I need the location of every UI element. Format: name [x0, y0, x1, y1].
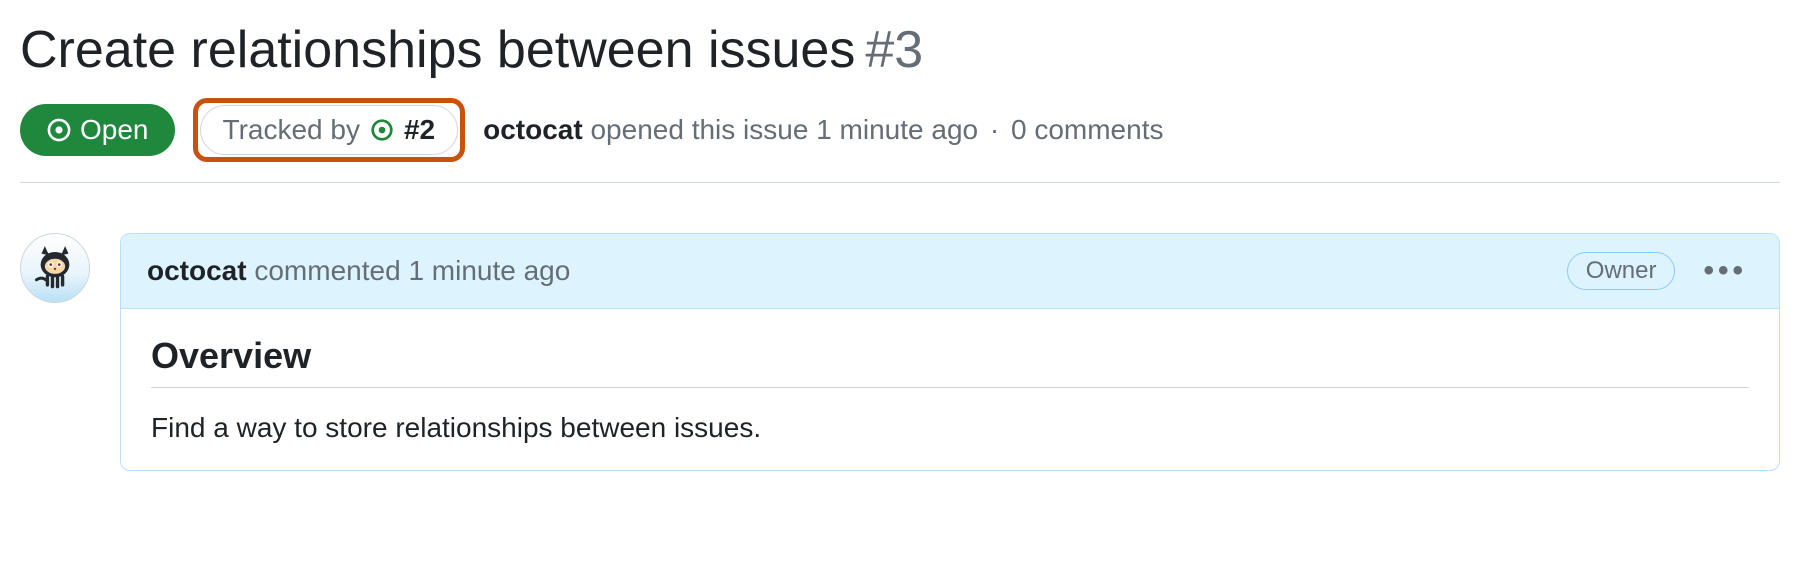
- opened-text: opened this issue: [590, 114, 808, 145]
- comment-box: octocat commented 1 minute ago Owner •••…: [120, 233, 1780, 471]
- comment-time[interactable]: 1 minute ago: [408, 255, 570, 286]
- owner-badge: Owner: [1567, 252, 1676, 290]
- issue-meta-row: Open Tracked by #2 octocat opened this i…: [20, 98, 1780, 162]
- comment-header-actions: Owner •••: [1567, 252, 1753, 290]
- comment-author-link[interactable]: octocat: [147, 255, 247, 286]
- issue-open-icon: [46, 117, 72, 143]
- tracked-by-label: Tracked by: [223, 114, 360, 146]
- tracked-by-highlight: Tracked by #2: [193, 98, 466, 162]
- tracked-by-issue-link[interactable]: #2: [404, 114, 435, 146]
- comment-body: Overview Find a way to store relationshi…: [121, 309, 1779, 470]
- issue-byline: octocat opened this issue 1 minute ago ·…: [483, 114, 1163, 146]
- comment-header: octocat commented 1 minute ago Owner •••: [121, 234, 1779, 309]
- timeline: octocat commented 1 minute ago Owner •••…: [20, 233, 1780, 471]
- meta-separator: ·: [990, 114, 999, 145]
- comment-verb: commented: [254, 255, 400, 286]
- comment-text: Find a way to store relationships betwee…: [151, 412, 1749, 444]
- issue-author-link[interactable]: octocat: [483, 114, 583, 145]
- comment-author-line: octocat commented 1 minute ago: [147, 255, 570, 287]
- comments-count: 0 comments: [1011, 114, 1164, 145]
- comment-heading: Overview: [151, 335, 1749, 388]
- status-badge-open: Open: [20, 104, 175, 156]
- issue-number: #3: [865, 20, 923, 80]
- tracked-by-pill[interactable]: Tracked by #2: [200, 105, 459, 155]
- status-label: Open: [80, 114, 149, 146]
- opened-time: 1 minute ago: [816, 114, 978, 145]
- issue-open-icon: [370, 118, 394, 142]
- issue-title: Create relationships between issues: [20, 20, 855, 80]
- avatar[interactable]: [20, 233, 90, 303]
- issue-title-row: Create relationships between issues #3: [20, 20, 1780, 80]
- issue-header: Create relationships between issues #3 O…: [20, 20, 1780, 183]
- kebab-menu-icon[interactable]: •••: [1697, 252, 1753, 290]
- octocat-icon: [28, 241, 82, 295]
